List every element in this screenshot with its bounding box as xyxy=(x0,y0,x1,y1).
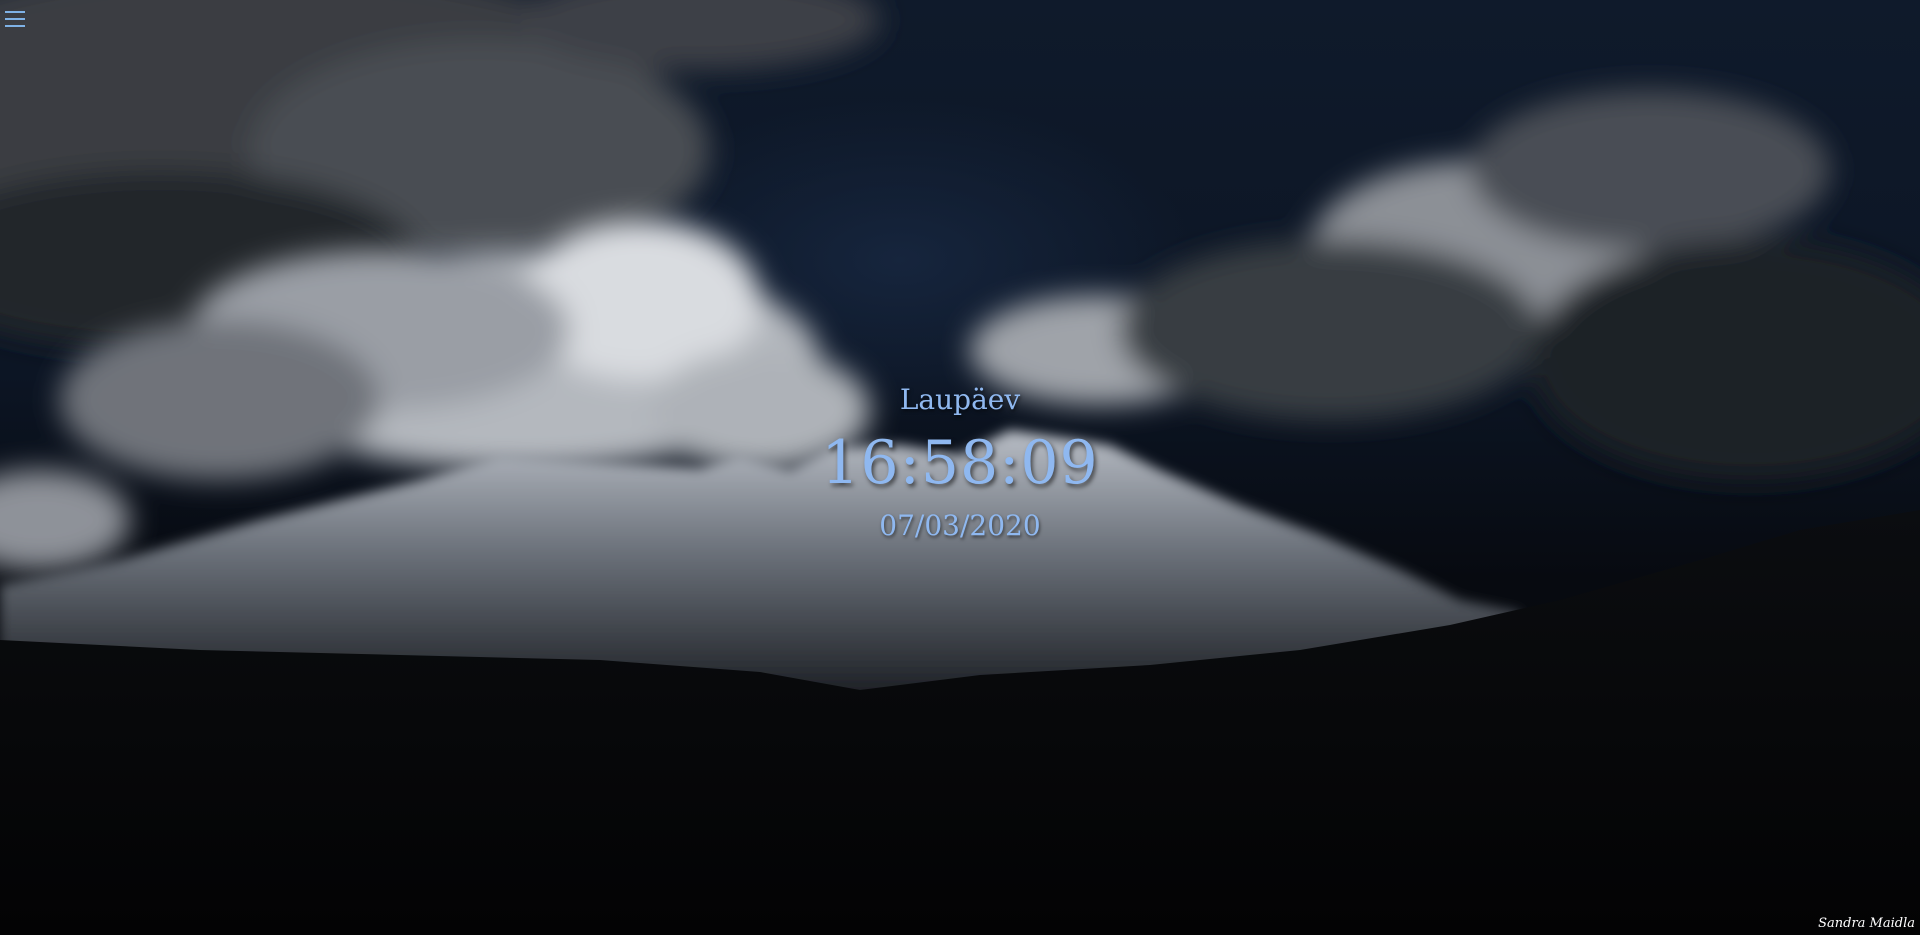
day-name: Laupäev xyxy=(899,383,1021,416)
photo-credit: Sandra Maidla xyxy=(1818,916,1915,931)
date-display: 07/03/2020 xyxy=(879,509,1041,542)
clock-widget: Laupäev 16:58:09 07/03/2020 xyxy=(0,378,1920,548)
time-display: 16:58:09 xyxy=(821,428,1099,498)
desktop-background: Laupäev 16:58:09 07/03/2020 Sandra Maidl… xyxy=(0,0,1920,935)
hamburger-menu-button[interactable] xyxy=(2,6,28,32)
hamburger-menu-icon xyxy=(5,11,25,27)
